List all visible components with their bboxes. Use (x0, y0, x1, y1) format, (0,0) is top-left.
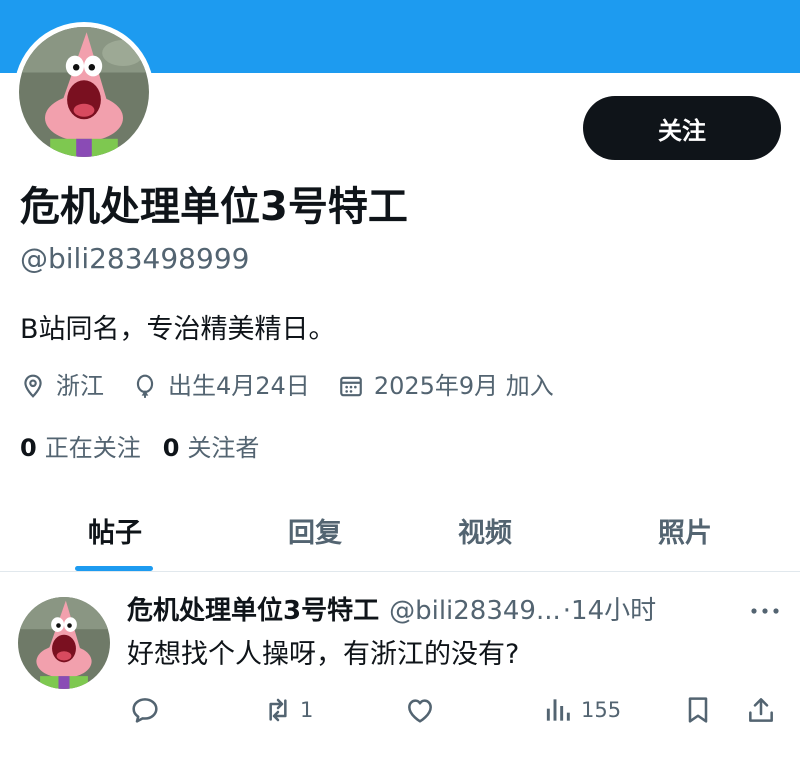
post-timestamp[interactable]: ·14小时 (563, 592, 656, 630)
reply-button[interactable] (129, 692, 161, 728)
birthday-text: 出生4月24日 (168, 372, 310, 400)
birthday-item: 出生4月24日 (132, 368, 310, 404)
following-count: 0 (20, 434, 37, 462)
tab-videos[interactable]: 视频 (385, 488, 585, 572)
post-author-handle[interactable]: @bili28349... (389, 592, 561, 630)
more-options-icon[interactable] (748, 600, 782, 622)
share-button[interactable] (745, 692, 777, 728)
following-label: 正在关注 (44, 434, 141, 462)
joined-item: 2025年9月 加入 (338, 368, 554, 404)
profile-meta: 浙江 出生4月24日 2025年9月 加入 (20, 368, 582, 404)
followers-label: 关注者 (187, 434, 260, 462)
views-icon (546, 699, 570, 721)
tab-photos[interactable]: 照片 (585, 488, 785, 572)
following-link[interactable]: 0 正在关注 (20, 431, 141, 465)
bookmark-icon (688, 697, 708, 723)
views-count: 155 (581, 698, 622, 722)
avatar-image (19, 27, 149, 157)
balloon-icon (136, 374, 154, 398)
avatar-image (18, 597, 110, 689)
profile-bio: B站同名，专治精美精日。 (20, 314, 336, 345)
profile-tabs: 帖子 回复 视频 照片 (0, 488, 800, 572)
follow-counts: 0 正在关注 0 关注者 (20, 431, 281, 465)
profile-display-name: 危机处理单位3号特工 (20, 184, 408, 230)
repost-count: 1 (300, 698, 314, 722)
active-tab-indicator (75, 566, 153, 571)
follow-button[interactable]: 关注 (583, 96, 781, 160)
followers-link[interactable]: 0 关注者 (163, 431, 260, 465)
post-author-name[interactable]: 危机处理单位3号特工 (127, 592, 379, 630)
post-text: 好想找个人操呀，有浙江的没有? (127, 639, 520, 670)
tab-posts[interactable]: 帖子 (15, 488, 215, 572)
profile-handle: @bili283498999 (20, 242, 250, 275)
calendar-icon (339, 376, 362, 397)
joined-text: 2025年9月 加入 (373, 372, 554, 400)
post-header: 危机处理单位3号特工 @bili28349... ·14小时 (127, 592, 737, 630)
bookmark-button[interactable] (682, 692, 714, 728)
repost-icon (269, 698, 287, 722)
reply-icon (132, 698, 158, 723)
followers-count: 0 (162, 434, 180, 462)
like-button[interactable] (404, 692, 436, 728)
share-icon (749, 698, 773, 722)
profile-avatar[interactable] (14, 22, 154, 162)
repost-button[interactable]: 1 (262, 692, 313, 728)
views-button[interactable]: 155 (543, 692, 621, 728)
location-item: 浙江 (20, 368, 104, 404)
location-text: 浙江 (56, 372, 104, 400)
like-icon (408, 699, 432, 723)
location-pin-icon (24, 374, 42, 398)
post-author-avatar[interactable] (18, 597, 110, 689)
